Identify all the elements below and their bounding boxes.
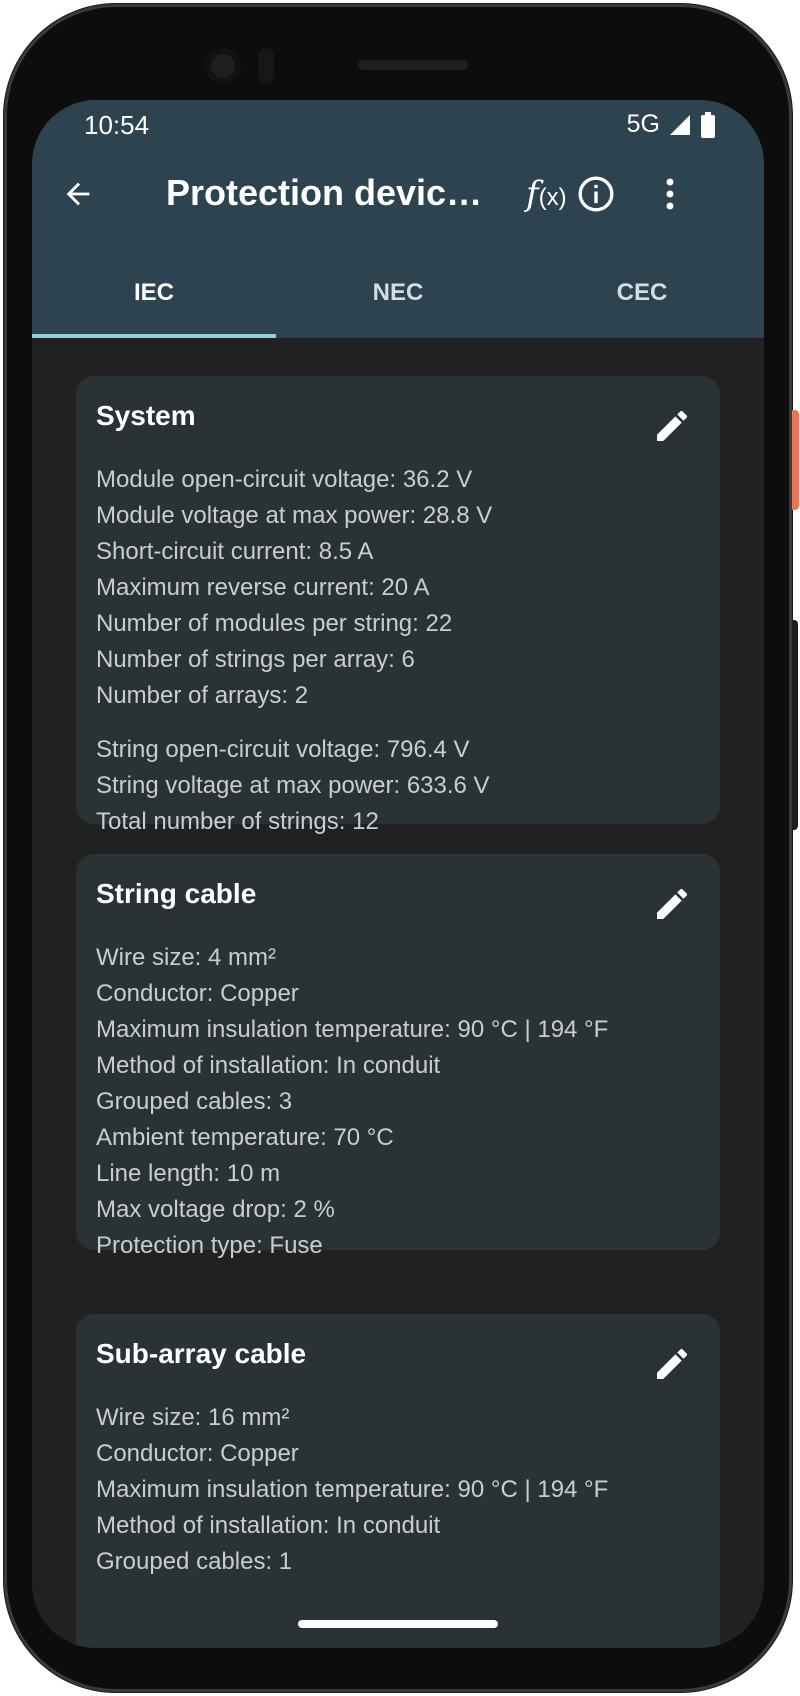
info-button[interactable]	[572, 170, 620, 218]
detail-line: Method of installation: In conduit	[96, 1512, 441, 1539]
string-cable-card: String cable Wire size: 4 mm² Conductor:…	[76, 854, 720, 1259]
edit-system-button[interactable]	[652, 406, 692, 446]
toolbar: Protection devic… f(x)	[32, 162, 764, 238]
detail-line: Module open-circuit voltage: 36.2 V	[96, 466, 473, 493]
signal-icon	[670, 114, 690, 135]
arrow-back-icon	[66, 182, 90, 206]
formula-sub: (x)	[538, 184, 567, 211]
network-label: 5G	[626, 110, 660, 138]
tab-nec[interactable]: NEC	[276, 248, 520, 338]
system-details: Module open-circuit voltage: 36.2 V Modu…	[96, 462, 492, 840]
more-options-button[interactable]	[650, 170, 690, 218]
detail-line: Conductor: Copper	[96, 980, 299, 1007]
edit-string-cable-button[interactable]	[652, 884, 692, 924]
detail-line: Grouped cables: 3	[96, 1088, 293, 1115]
status-time: 10:54	[84, 110, 150, 140]
tab-cec[interactable]: CEC	[520, 248, 764, 338]
detail-line: Total number of strings: 12	[96, 808, 379, 835]
edit-icon	[657, 888, 688, 919]
card-title: Sub-array cable	[96, 1338, 307, 1369]
detail-line: String voltage at max power: 633.6 V	[96, 772, 490, 799]
edit-sub-array-cable-button[interactable]	[652, 1344, 692, 1384]
earpiece-speaker	[358, 60, 468, 70]
detail-line: Max voltage drop: 2 %	[96, 1196, 335, 1223]
detail-line: Ambient temperature: 70 °C	[96, 1124, 394, 1151]
sub-array-cable-card: Sub-array cable Wire size: 16 mm² Conduc…	[76, 1314, 720, 1648]
front-camera	[205, 48, 241, 84]
status-icons: 5G	[627, 110, 716, 139]
detail-line: Number of modules per string: 22	[96, 610, 453, 637]
screen: 10:54 5G Protection devic… f(x) IEC NEC …	[32, 100, 764, 1648]
detail-line: Maximum insulation temperature: 90 °C | …	[96, 1016, 609, 1043]
detail-line: Method of installation: In conduit	[96, 1052, 441, 1079]
app-bar: 10:54 5G Protection devic… f(x) IEC NEC …	[32, 100, 764, 338]
detail-line: Conductor: Copper	[96, 1440, 299, 1467]
detail-line: Protection type: Fuse	[96, 1232, 323, 1259]
battery-icon	[701, 111, 715, 138]
more-vert-icon	[666, 178, 674, 210]
tab-iec[interactable]: IEC	[32, 248, 276, 338]
formula-label: f	[526, 174, 539, 214]
edit-icon	[657, 410, 688, 441]
standard-tabs: IEC NEC CEC	[32, 248, 764, 338]
formula-button[interactable]: f(x)	[526, 174, 567, 214]
edit-icon	[657, 1348, 688, 1379]
detail-line: Line length: 10 m	[96, 1160, 281, 1187]
detail-line: Number of arrays: 2	[96, 682, 309, 709]
card-title: String cable	[96, 878, 257, 909]
proximity-sensor	[258, 48, 274, 84]
detail-line: Number of strings per array: 6	[96, 646, 415, 673]
power-button	[792, 410, 799, 510]
info-icon	[578, 176, 614, 212]
detail-line: Maximum insulation temperature: 90 °C | …	[96, 1476, 609, 1503]
detail-line: Grouped cables: 1	[96, 1548, 293, 1575]
detail-line: String open-circuit voltage: 796.4 V	[96, 736, 470, 763]
system-card: System Module open-circuit voltage: 36.2…	[76, 376, 720, 835]
string-cable-details: Wire size: 4 mm² Conductor: Copper Maxim…	[96, 940, 608, 1264]
detail-line: Wire size: 4 mm²	[96, 944, 276, 971]
page-title: Protection devic…	[166, 172, 483, 213]
sub-array-cable-details: Wire size: 16 mm² Conductor: Copper Maxi…	[96, 1400, 608, 1580]
detail-line: Short-circuit current: 8.5 A	[96, 538, 374, 565]
content-scroll[interactable]: System Module open-circuit voltage: 36.2…	[32, 338, 764, 1648]
back-button[interactable]	[56, 172, 100, 216]
home-indicator[interactable]	[298, 1620, 498, 1628]
detail-line: Maximum reverse current: 20 A	[96, 574, 430, 601]
detail-line: Wire size: 16 mm²	[96, 1404, 290, 1431]
volume-button	[792, 620, 798, 830]
card-title: System	[96, 400, 196, 431]
detail-line: Module voltage at max power: 28.8 V	[96, 502, 493, 529]
